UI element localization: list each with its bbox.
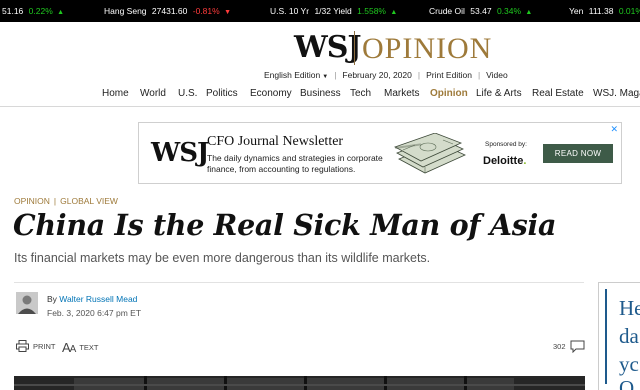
article-kicker: OPINION | GLOBAL VIEW [14,196,118,206]
nav-wsj-magazine[interactable]: WSJ. Maga [593,88,640,99]
nav-real-estate[interactable]: Real Estate [532,88,584,99]
arrow-up-icon: ▲ [57,9,65,16]
article-headline: China Is the Real Sick Man of Asia [13,208,557,242]
ticker-name: Hang Seng [104,6,147,16]
promo-text-line: da [619,324,639,348]
ticker-item[interactable]: 51.16 0.22% ▲ [2,6,64,16]
comments-button[interactable]: 302 [553,340,585,353]
comment-bubble-icon [570,340,585,353]
ad-wsj-logo: WSJ [151,138,209,168]
ticker-item[interactable]: Crude Oil 53.47 0.34% ▲ [429,6,532,16]
nav-home[interactable]: Home [102,88,129,99]
divider: | [334,70,337,80]
ticker-value: 51.16 [2,6,24,16]
nav-divider [0,106,640,107]
side-promo[interactable]: He da yc O [598,282,640,390]
money-stack-icon [394,133,466,174]
nav-tech[interactable]: Tech [350,88,371,99]
comment-count: 302 [553,342,566,351]
nav-business[interactable]: Business [300,88,341,99]
article-divider [14,282,584,283]
ticker-value: 53.47 [470,6,492,16]
market-ticker: 51.16 0.22% ▲ Hang Seng 27431.60 -0.81% … [0,0,640,22]
opinion-section-logo[interactable]: OPINION [362,32,492,66]
video-link[interactable]: Video [486,70,508,80]
ticker-value: 27431.60 [151,6,188,16]
author-avatar[interactable] [16,292,38,314]
masthead: WSJ OPINION [0,28,640,68]
edition-selector[interactable]: English Edition ▼ [264,70,328,80]
ticker-change: 1.558% [357,6,386,16]
author-link[interactable]: Walter Russell Mead [59,294,137,304]
ticker-item[interactable]: U.S. 10 Yr 1/32 Yield 1.558% ▲ [270,6,397,16]
ticker-change: 0.22% [28,6,53,16]
ticker-value: 111.38 [588,6,614,16]
nav-economy[interactable]: Economy [250,88,292,99]
arrow-up-icon: ▲ [390,9,398,16]
nav-politics[interactable]: Politics [206,88,238,99]
newsletter-ad[interactable]: WSJ CFO Journal Newsletter The daily dyn… [138,122,622,184]
byline-prefix: By [47,294,57,304]
nav-opinion[interactable]: Opinion [430,88,468,99]
ad-description: The daily dynamics and strategies in cor… [207,153,383,174]
kicker-column[interactable]: GLOBAL VIEW [60,196,118,206]
ad-close-icon[interactable]: ✕ [610,124,618,135]
ticker-change: 0.34% [496,6,522,16]
read-now-button[interactable]: READ NOW [543,144,613,163]
sponsor-name: Deloitte [483,155,524,167]
promo-text-line: yc [619,352,639,376]
print-edition-link[interactable]: Print Edition [426,70,472,80]
print-label: PRINT [33,341,56,351]
publish-date: Feb. 3, 2020 6:47 pm ET [47,308,142,318]
print-button[interactable]: PRINT [16,340,56,352]
edition-subnav: English Edition ▼ | February 20, 2020 | Print… [264,70,508,80]
ticker-item[interactable]: Yen 111.38 0.01% ▲ [569,6,640,16]
kicker-section[interactable]: OPINION [14,196,50,206]
nav-markets[interactable]: Markets [384,88,420,99]
wsj-logo[interactable]: WSJ [294,30,362,65]
nav-world[interactable]: World [140,88,166,99]
ad-title: CFO Journal Newsletter [207,134,344,149]
text-size-icon: AA [62,340,76,355]
edition-label: English Edition [264,70,321,80]
divider: | [53,196,57,206]
logo-divider [354,31,355,65]
printer-icon [16,340,29,352]
current-date: February 20, 2020 [342,70,412,80]
article-dek: Its financial markets may be even more d… [14,251,431,265]
ticker-value: 1/32 Yield [314,6,352,16]
hero-photo-graphic [14,376,585,390]
article-tools: PRINT AA TEXT 302 [14,340,589,358]
ticker-change: -0.81% [192,6,220,16]
ticker-item[interactable]: Hang Seng 27431.60 -0.81% ▼ [104,6,231,16]
sponsored-by-label: Sponsored by: [485,141,527,148]
byline: By Walter Russell Mead [47,294,137,304]
promo-accent-bar [605,289,607,384]
nav-life-arts[interactable]: Life & Arts [476,88,522,99]
ticker-change: 0.01% [618,6,640,16]
text-size-button[interactable]: AA TEXT [62,340,99,355]
sponsor-logo: Deloitte. [483,155,526,167]
promo-text-line: He [619,296,640,320]
ticker-name: U.S. 10 Yr [270,6,310,16]
arrow-down-icon: ▼ [224,9,231,16]
text-label: TEXT [79,343,99,352]
ticker-name: Crude Oil [429,6,465,16]
divider: | [417,70,421,80]
ticker-name: Yen [569,6,584,16]
arrow-up-icon: ▲ [525,9,533,16]
caret-down-icon: ▼ [322,74,329,80]
article-hero-image [14,376,585,390]
author-portrait-icon [16,292,38,314]
divider: | [477,70,481,80]
sponsor-dot: . [523,155,527,167]
promo-text-line: O [619,376,635,390]
nav-us[interactable]: U.S. [178,88,197,99]
